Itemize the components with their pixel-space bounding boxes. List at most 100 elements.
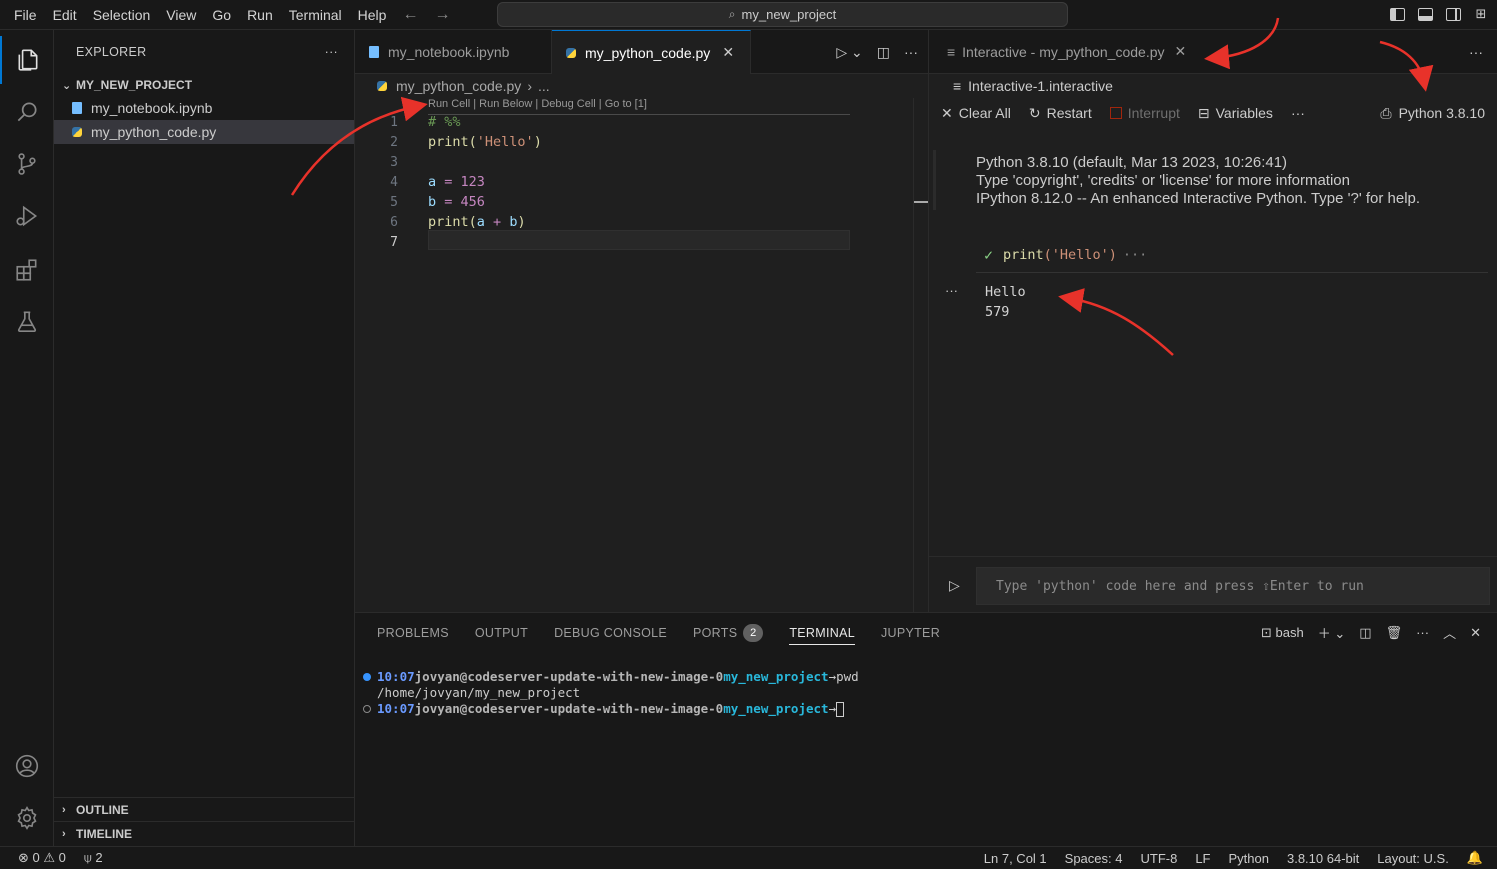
code-token: ( <box>468 134 477 150</box>
restart-button[interactable]: ↻ Restart <box>1029 105 1092 122</box>
extensions-icon[interactable] <box>0 246 54 294</box>
code-line: 1 # %% <box>355 112 913 132</box>
code-area[interactable]: 1 # %% 2 print('Hello') 3 4a = 123 5b = 45… <box>355 112 913 252</box>
back-arrow-icon[interactable]: ← <box>394 6 426 24</box>
end-of-line[interactable]: LF <box>1195 851 1210 866</box>
interactive-input-area: ▷ Type 'python' code here and press ⇧Ent… <box>929 556 1497 612</box>
tab-jupyter[interactable]: JUPYTER <box>881 626 940 640</box>
command-success-dot-icon[interactable] <box>363 673 371 681</box>
executed-cell-more[interactable]: ··· <box>1123 247 1147 263</box>
line-number: 7 <box>390 234 398 250</box>
close-icon[interactable]: ✕ <box>722 44 734 61</box>
breadcrumb-file[interactable]: my_python_code.py <box>396 78 521 94</box>
codelens-cell-actions[interactable]: Run Cell | Run Below | Debug Cell | Go t… <box>428 98 647 110</box>
close-panel-icon[interactable]: ✕ <box>1470 625 1481 641</box>
accounts-icon[interactable] <box>0 742 54 790</box>
toggle-secondary-sidebar-icon[interactable] <box>1443 4 1463 24</box>
interactive-input-field[interactable]: Type 'python' code here and press ⇧Enter… <box>976 567 1490 605</box>
split-terminal-icon[interactable]: ◫ <box>1359 625 1371 641</box>
clear-icon: ✕ <box>941 104 953 121</box>
project-folder-header[interactable]: ⌄ MY_NEW_PROJECT <box>54 74 354 96</box>
customize-layout-icon[interactable]: ⊞ <box>1471 4 1491 24</box>
error-count: 0 <box>32 850 40 865</box>
toggle-panel-icon[interactable] <box>1415 4 1435 24</box>
more-toolbar-button[interactable]: ··· <box>1291 105 1305 121</box>
prompt-host: jovyan@codeserver-update-with-new-image-… <box>414 701 724 716</box>
breadcrumb-label[interactable]: Interactive-1.interactive <box>968 78 1113 94</box>
tab-terminal[interactable]: TERMINAL <box>789 626 855 645</box>
editor-scrollbar[interactable] <box>913 98 914 612</box>
file-item-python[interactable]: my_python_code.py <box>54 120 354 144</box>
run-and-debug-icon[interactable] <box>0 192 54 240</box>
encoding[interactable]: UTF-8 <box>1140 851 1177 866</box>
run-input-icon[interactable]: ▷ <box>949 577 960 594</box>
close-icon[interactable]: ✕ <box>1175 43 1187 60</box>
indentation[interactable]: Spaces: 4 <box>1065 851 1123 866</box>
language-mode[interactable]: Python <box>1229 851 1269 866</box>
menu-run[interactable]: Run <box>239 1 281 29</box>
forward-arrow-icon[interactable]: → <box>426 6 458 24</box>
executed-cell[interactable]: ✓ print ('Hello') ··· <box>984 246 1147 264</box>
new-terminal-icon[interactable]: ＋ ⌄ <box>1318 623 1346 642</box>
terminal-output[interactable]: 10:07 jovyan@codeserver-update-with-new-… <box>363 669 859 717</box>
prompt-time: 10:07 <box>377 701 415 716</box>
editor-group: my_notebook.ipynb my_python_code.py ✕ ▷ … <box>355 30 928 612</box>
tab-ports[interactable]: PORTS 2 <box>693 624 764 642</box>
clear-all-button[interactable]: ✕ Clear All <box>941 105 1011 122</box>
breadcrumb-more[interactable]: ... <box>538 78 550 94</box>
tab-notebook[interactable]: my_notebook.ipynb <box>355 30 552 74</box>
line-number: 3 <box>390 154 398 170</box>
tab-interactive[interactable]: ≡ Interactive - my_python_code.py ✕ ··· <box>929 30 1497 74</box>
more-actions-icon[interactable]: ··· <box>1469 44 1483 60</box>
maximize-panel-icon[interactable]: ︿ <box>1443 623 1456 642</box>
tab-debug-console[interactable]: DEBUG CONSOLE <box>554 626 667 640</box>
problems-status[interactable]: ⊗ 0 ⚠ 0 <box>18 850 66 866</box>
notifications-bell-icon[interactable]: 🔔 <box>1467 850 1483 866</box>
executed-cell-code: ('Hello') <box>1043 247 1117 263</box>
interactive-file-icon: ≡ <box>953 78 962 94</box>
cursor-position[interactable]: Ln 7, Col 1 <box>984 851 1047 866</box>
search-icon: ⌕ <box>728 7 736 21</box>
timeline-section[interactable]: › TIMELINE <box>54 821 355 845</box>
keyboard-layout[interactable]: Layout: U.S. <box>1377 851 1449 866</box>
trash-icon[interactable]: 🗑 <box>1386 625 1403 641</box>
tab-output[interactable]: OUTPUT <box>475 626 528 640</box>
more-actions-icon[interactable]: ··· <box>1416 625 1429 640</box>
menu-terminal[interactable]: Terminal <box>281 1 350 29</box>
run-python-file-icon[interactable]: ▷ ⌄ <box>836 44 862 61</box>
menu-file[interactable]: File <box>0 1 45 29</box>
more-actions-icon[interactable]: ··· <box>904 44 918 60</box>
explorer-icon[interactable] <box>0 36 54 84</box>
code-token: a <box>476 214 485 230</box>
more-actions-icon[interactable]: ··· <box>325 45 338 59</box>
menu-edit[interactable]: Edit <box>45 1 85 29</box>
tab-python-code[interactable]: my_python_code.py ✕ <box>552 30 751 74</box>
tab-problems[interactable]: PROBLEMS <box>377 626 449 640</box>
outline-section[interactable]: › OUTLINE <box>54 797 355 821</box>
menu-view[interactable]: View <box>158 1 204 29</box>
terminal-shell-selector[interactable]: ⊡ bash <box>1261 625 1304 641</box>
kernel-picker[interactable]: ⎙ Python 3.8.10 <box>1380 98 1485 128</box>
command-center-label: my_new_project <box>741 7 837 22</box>
command-center[interactable]: ⌕ my_new_project <box>497 2 1068 27</box>
interrupt-button[interactable]: Interrupt <box>1109 105 1180 121</box>
source-control-icon[interactable] <box>0 140 54 188</box>
output-actions-icon[interactable]: ··· <box>945 283 958 298</box>
interactive-toolbar: ✕ Clear All ↻ Restart Interrupt ⊟ Variables… <box>929 98 1497 128</box>
menu-go[interactable]: Go <box>204 1 239 29</box>
menu-selection[interactable]: Selection <box>85 1 159 29</box>
python-interpreter[interactable]: 3.8.10 64-bit <box>1287 851 1359 866</box>
menu-help[interactable]: Help <box>350 1 395 29</box>
notebook-file-icon <box>369 46 379 58</box>
split-editor-icon[interactable]: ◫ <box>877 44 890 61</box>
search-icon[interactable] <box>0 88 54 136</box>
banner-line: Python 3.8.10 (default, Mar 13 2023, 10:… <box>976 154 1288 171</box>
command-pending-dot-icon[interactable] <box>363 705 371 713</box>
testing-flask-icon[interactable] <box>0 298 54 346</box>
settings-gear-icon[interactable] <box>0 794 54 842</box>
cell-output: Hello 579 <box>985 282 1026 322</box>
variables-button[interactable]: ⊟ Variables <box>1198 105 1273 122</box>
file-item-notebook[interactable]: my_notebook.ipynb <box>54 96 354 120</box>
toggle-primary-sidebar-icon[interactable] <box>1387 4 1407 24</box>
ports-status[interactable]: ⍦ 2 <box>84 850 103 866</box>
